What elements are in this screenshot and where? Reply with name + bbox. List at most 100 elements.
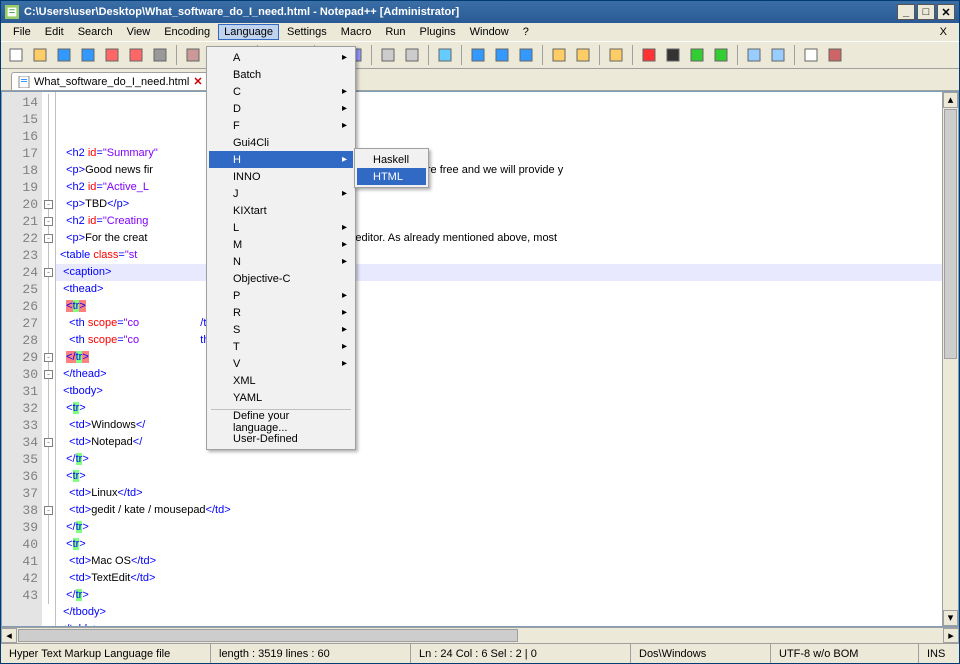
code-line[interactable]: <tr>	[60, 400, 942, 417]
code-line[interactable]: <td>Mac OS</td>	[60, 553, 942, 570]
scroll-right-arrow[interactable]: ▸	[943, 628, 959, 643]
toolbar-unfold-button[interactable]	[572, 44, 594, 66]
code-line[interactable]: <p>TBD</p>	[60, 196, 942, 213]
code-line[interactable]: <th scope="co /th>	[60, 315, 942, 332]
lang-menu-batch[interactable]: Batch	[209, 66, 353, 83]
lang-menu-objective-c[interactable]: Objective-C	[209, 270, 353, 287]
code-line[interactable]: <h2 id="Summary"	[60, 145, 942, 162]
code-line[interactable]: </tbody>	[60, 604, 942, 621]
toolbar-zoomin-button[interactable]	[377, 44, 399, 66]
lang-menu-gui4cli[interactable]: Gui4Cli	[209, 134, 353, 151]
lang-menu-h[interactable]: H	[209, 151, 353, 168]
lang-menu-yaml[interactable]: YAML	[209, 389, 353, 406]
file-tab[interactable]: What_software_do_I_need.html ✕	[11, 72, 210, 90]
lang-menu-r[interactable]: R	[209, 304, 353, 321]
menu-search[interactable]: Search	[72, 24, 119, 40]
toolbar-print-button[interactable]	[149, 44, 171, 66]
code-line[interactable]: <tr>	[60, 298, 942, 315]
menu-edit[interactable]: Edit	[39, 24, 70, 40]
scroll-down-arrow[interactable]: ▾	[943, 610, 958, 626]
code-line[interactable]: <thead>	[60, 281, 942, 298]
toolbar-sync-button[interactable]	[434, 44, 456, 66]
fold-toggle[interactable]: -	[44, 438, 53, 447]
minimize-button[interactable]: _	[897, 4, 915, 20]
toolbar-save-button[interactable]	[53, 44, 75, 66]
code-line[interactable]: </tr>	[60, 519, 942, 536]
fold-toggle[interactable]: -	[44, 506, 53, 515]
code-line[interactable]: <td>Notepad</	[60, 434, 942, 451]
menu-file[interactable]: File	[7, 24, 37, 40]
toolbar-new-button[interactable]	[5, 44, 27, 66]
code-line[interactable]: <caption>	[60, 264, 942, 281]
lang-submenu-haskell[interactable]: Haskell	[357, 151, 426, 168]
tab-close-icon[interactable]: ✕	[193, 75, 202, 88]
toolbar-cut-button[interactable]	[182, 44, 204, 66]
fold-toggle[interactable]: -	[44, 370, 53, 379]
vertical-scrollbar[interactable]: ▴ ▾	[942, 92, 958, 626]
fold-toggle[interactable]: -	[44, 268, 53, 277]
menu-view[interactable]: View	[121, 24, 157, 40]
toolbar-doc-button[interactable]	[605, 44, 627, 66]
code-line[interactable]: <tr>	[60, 536, 942, 553]
code-line[interactable]: </tr>	[60, 451, 942, 468]
menu-?[interactable]: ?	[517, 24, 535, 40]
code-line[interactable]: <tr>	[60, 468, 942, 485]
toolbar-macro2-button[interactable]	[767, 44, 789, 66]
fold-toggle[interactable]: -	[44, 234, 53, 243]
code-line[interactable]: <td>Linux</td>	[60, 485, 942, 502]
toolbar-stop-button[interactable]	[662, 44, 684, 66]
lang-menu-s[interactable]: S	[209, 321, 353, 338]
titlebar[interactable]: C:\Users\user\Desktop\What_software_do_I…	[1, 1, 959, 23]
close-button[interactable]: ✕	[937, 4, 955, 20]
toolbar-bug-button[interactable]	[824, 44, 846, 66]
maximize-button[interactable]: □	[917, 4, 935, 20]
code-line[interactable]: <p>Good news fir ftware components for c…	[60, 162, 942, 179]
lang-menu-t[interactable]: T	[209, 338, 353, 355]
toolbar-closeall-button[interactable]	[125, 44, 147, 66]
horizontal-scrollbar[interactable]: ◂ ▸	[1, 627, 959, 643]
menu-macro[interactable]: Macro	[335, 24, 378, 40]
toolbar-wrap-button[interactable]	[467, 44, 489, 66]
toolbar-close-button[interactable]	[101, 44, 123, 66]
code-line[interactable]: <h2 id="Creating iting</h2>	[60, 213, 942, 230]
toolbar-zoomout-button[interactable]	[401, 44, 423, 66]
code-line[interactable]: <td>Windows</	[60, 417, 942, 434]
code-line[interactable]: </tr>	[60, 349, 942, 366]
toolbar-chars-button[interactable]	[491, 44, 513, 66]
lang-menu-d[interactable]: D	[209, 100, 353, 117]
code-line[interactable]: <p>For the creat g a web site, you will …	[60, 230, 942, 247]
toolbar-macro1-button[interactable]	[743, 44, 765, 66]
lang-menu-m[interactable]: M	[209, 236, 353, 253]
lang-menu-v[interactable]: V	[209, 355, 353, 372]
lang-submenu-html[interactable]: HTML	[357, 168, 426, 185]
code-line[interactable]: <td>TextEdit</td>	[60, 570, 942, 587]
lang-menu-inno[interactable]: INNO	[209, 168, 353, 185]
lang-menu-c[interactable]: C	[209, 83, 353, 100]
menu-settings[interactable]: Settings	[281, 24, 333, 40]
lang-menu-f[interactable]: F	[209, 117, 353, 134]
toolbar-rec-button[interactable]	[638, 44, 660, 66]
lang-menu-l[interactable]: L	[209, 219, 353, 236]
code-line[interactable]: <th scope="co th>	[60, 332, 942, 349]
toolbar-play-button[interactable]	[686, 44, 708, 66]
lang-menu-p[interactable]: P	[209, 287, 353, 304]
menu-language[interactable]: Language	[218, 24, 279, 40]
toolbar-indent-button[interactable]	[515, 44, 537, 66]
lang-menu-kixtart[interactable]: KIXtart	[209, 202, 353, 219]
fold-toggle[interactable]: -	[44, 200, 53, 209]
code-area[interactable]: <h2 id="Summary" <p>Good news fir ftware…	[56, 92, 942, 626]
toolbar-playmulti-button[interactable]	[710, 44, 732, 66]
code-line[interactable]: </tr>	[60, 587, 942, 604]
code-line[interactable]: <h2 id="Active_L ning</h2>	[60, 179, 942, 196]
scroll-up-arrow[interactable]: ▴	[943, 92, 958, 108]
scroll-left-arrow[interactable]: ◂	[1, 628, 17, 643]
hscroll-thumb[interactable]	[18, 629, 518, 642]
lang-menu-define-your-language-[interactable]: Define your language...	[209, 413, 353, 430]
fold-toggle[interactable]: -	[44, 353, 53, 362]
toolbar-open-button[interactable]	[29, 44, 51, 66]
code-line[interactable]: </thead>	[60, 366, 942, 383]
toolbar-spell-button[interactable]	[800, 44, 822, 66]
lang-menu-n[interactable]: N	[209, 253, 353, 270]
lang-menu-a[interactable]: A	[209, 49, 353, 66]
menu-run[interactable]: Run	[379, 24, 411, 40]
